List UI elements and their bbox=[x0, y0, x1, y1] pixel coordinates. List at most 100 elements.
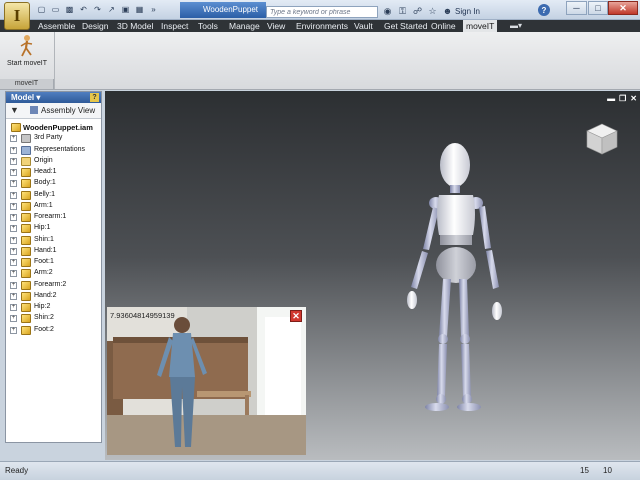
appearance-icon[interactable]: ▦ bbox=[134, 4, 145, 15]
expand-icon[interactable]: + bbox=[10, 259, 17, 266]
tree-node[interactable]: + Hip:1 bbox=[6, 223, 101, 234]
tree-node-label: Hip:2 bbox=[34, 303, 51, 310]
expand-icon[interactable]: + bbox=[10, 146, 17, 154]
third-icon bbox=[21, 134, 31, 144]
tree-node[interactable]: + Belly:1 bbox=[6, 190, 101, 201]
viewport-minimize-icon[interactable]: ▬ bbox=[607, 94, 615, 103]
tree-node[interactable]: + Head:1 bbox=[6, 167, 101, 178]
tree-node-label: Arm:1 bbox=[34, 201, 53, 209]
tree-node[interactable]: + Origin bbox=[6, 156, 101, 167]
tab-online[interactable]: Online bbox=[431, 20, 456, 32]
tree-node-label: Hip:1 bbox=[34, 224, 51, 232]
viewport-close-icon[interactable]: ✕ bbox=[630, 94, 637, 103]
binoculars-icon[interactable]: ◉ bbox=[381, 5, 394, 17]
model-browser: Model ▾ ? ▼ Assembly View WoodenPuppet.i… bbox=[5, 91, 102, 443]
browser-header[interactable]: Model ▾ ? bbox=[6, 92, 101, 103]
tree-node[interactable]: + Forearm:1 bbox=[6, 212, 101, 223]
tree-node[interactable]: + Arm:1 bbox=[6, 201, 101, 212]
filter-icon[interactable]: ▼ bbox=[10, 105, 22, 117]
undo-icon[interactable]: ↶ bbox=[78, 4, 89, 15]
expand-icon[interactable]: + bbox=[10, 214, 17, 221]
tree-node-label: Hand:2 bbox=[34, 291, 57, 299]
part-icon bbox=[21, 303, 31, 312]
tab-tools[interactable]: Tools bbox=[198, 20, 218, 32]
tab-vault[interactable]: Vault bbox=[354, 20, 373, 32]
expand-icon[interactable]: + bbox=[10, 315, 17, 323]
tree-node[interactable]: + Shin:1 bbox=[6, 235, 101, 246]
tab-moveit[interactable]: moveIT bbox=[463, 20, 498, 32]
tree-node[interactable]: + Arm:2 bbox=[6, 268, 101, 279]
tree-node[interactable]: + Shin:2 bbox=[6, 313, 101, 324]
expand-icon[interactable]: + bbox=[10, 281, 17, 289]
maximize-button[interactable]: □ bbox=[588, 1, 608, 15]
tab-environments[interactable]: Environments bbox=[296, 20, 348, 32]
tree-node-label: Body:1 bbox=[34, 179, 56, 187]
assembly-view-dropdown[interactable]: Assembly View bbox=[30, 106, 95, 115]
save-icon[interactable]: ▩ bbox=[64, 4, 75, 15]
tree-node-label: Origin bbox=[34, 156, 53, 164]
expand-icon[interactable]: + bbox=[10, 304, 17, 311]
expand-icon[interactable]: + bbox=[10, 247, 17, 255]
part-icon bbox=[21, 246, 31, 256]
viewport-restore-icon[interactable]: ❐ bbox=[619, 94, 626, 103]
star-icon[interactable]: ☆ bbox=[426, 5, 439, 17]
application-menu-button[interactable]: I bbox=[4, 2, 30, 30]
expand-icon[interactable]: + bbox=[10, 169, 17, 176]
tree-node-label: Belly:1 bbox=[34, 190, 56, 198]
tree-node[interactable]: + Representations bbox=[6, 145, 101, 156]
part-icon bbox=[21, 168, 31, 177]
more-icon[interactable]: » bbox=[148, 4, 159, 15]
start-moveit-button[interactable]: Start moveIT bbox=[4, 34, 50, 76]
select-icon[interactable]: ↗ bbox=[106, 4, 117, 15]
browser-help-icon[interactable]: ? bbox=[90, 93, 99, 102]
expand-icon[interactable]: + bbox=[10, 157, 17, 165]
tab-assemble[interactable]: Assemble bbox=[38, 20, 75, 32]
tree-node-label: Forearm:2 bbox=[34, 280, 67, 288]
expand-icon[interactable]: + bbox=[10, 236, 17, 244]
start-moveit-label: Start moveIT bbox=[6, 60, 48, 67]
open-icon[interactable]: ▭ bbox=[50, 4, 61, 15]
expand-icon[interactable]: + bbox=[10, 180, 17, 188]
search-input[interactable] bbox=[266, 6, 378, 18]
tree-node[interactable]: + Forearm:2 bbox=[6, 280, 101, 291]
tree-node-label: Forearm:1 bbox=[34, 213, 67, 220]
tree-node[interactable]: + Foot:2 bbox=[6, 325, 101, 336]
viewcube-icon[interactable] bbox=[584, 121, 620, 157]
tree-node[interactable]: + Hand:2 bbox=[6, 291, 101, 302]
expand-icon[interactable]: + bbox=[10, 135, 17, 143]
tree-node[interactable]: + Hand:1 bbox=[6, 246, 101, 257]
expand-icon[interactable]: + bbox=[10, 225, 17, 233]
expand-icon[interactable]: + bbox=[10, 326, 17, 334]
tab-inspect[interactable]: Inspect bbox=[161, 20, 188, 32]
ribbon-options-icon[interactable]: ▬▾ bbox=[510, 21, 524, 31]
tab-manage[interactable]: Manage bbox=[229, 20, 260, 32]
status-occurrence-count: 15 bbox=[580, 466, 589, 475]
key-icon[interactable]: ⚿ bbox=[396, 5, 409, 17]
expand-icon[interactable]: + bbox=[10, 202, 17, 210]
tree-root[interactable]: WoodenPuppet.iam bbox=[6, 122, 101, 133]
close-window-button[interactable]: ✕ bbox=[608, 1, 638, 15]
tracking-value: 7.93604814959139 bbox=[110, 311, 175, 320]
minimize-button[interactable]: ─ bbox=[566, 1, 587, 15]
tab-design[interactable]: Design bbox=[82, 20, 108, 32]
webcam-close-button[interactable]: ✕ bbox=[290, 310, 302, 322]
new-icon[interactable]: ▢ bbox=[36, 4, 47, 15]
tree-node[interactable]: + Hip:2 bbox=[6, 302, 101, 313]
status-bar: Ready 15 10 bbox=[0, 461, 640, 480]
tree-node[interactable]: +3rd Party bbox=[6, 133, 101, 144]
redo-icon[interactable]: ↷ bbox=[92, 4, 103, 15]
subscription-icon[interactable]: ☍ bbox=[411, 5, 424, 17]
tree-node[interactable]: + Body:1 bbox=[6, 178, 101, 189]
user-icon[interactable]: ☻ bbox=[441, 5, 454, 17]
tree-node[interactable]: + Foot:1 bbox=[6, 257, 101, 268]
help-button[interactable]: ? bbox=[538, 4, 550, 16]
sign-in-link[interactable]: Sign In bbox=[455, 7, 480, 16]
material-icon[interactable]: ▣ bbox=[120, 4, 131, 15]
tab-3d-model[interactable]: 3D Model bbox=[117, 20, 153, 32]
expand-icon[interactable]: + bbox=[10, 191, 17, 199]
expand-icon[interactable]: + bbox=[10, 292, 17, 300]
expand-icon[interactable]: + bbox=[10, 270, 17, 278]
tab-view[interactable]: View bbox=[267, 20, 285, 32]
part-icon bbox=[21, 190, 31, 200]
tab-get-started[interactable]: Get Started bbox=[384, 20, 427, 32]
